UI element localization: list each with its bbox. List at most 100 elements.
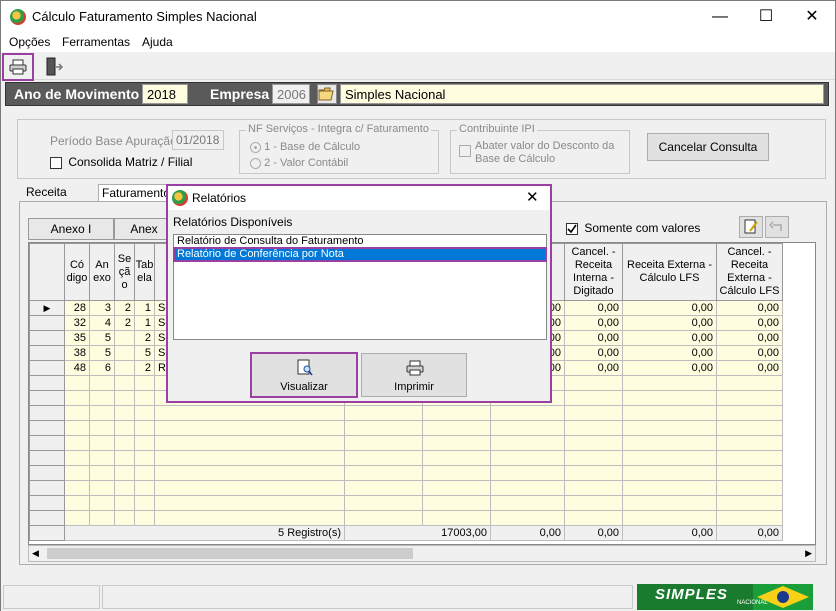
footer-count: 5 Registro(s) xyxy=(64,525,345,541)
status-panel-2 xyxy=(102,585,633,609)
minimize-button[interactable]: — xyxy=(697,1,743,32)
consolida-checkbox[interactable]: Consolida Matriz / Filial xyxy=(50,155,192,169)
visualizar-button[interactable]: Visualizar xyxy=(250,352,358,398)
exit-toolbar-button[interactable] xyxy=(39,54,69,80)
print-toolbar-button[interactable] xyxy=(2,53,34,81)
somente-check[interactable] xyxy=(566,222,578,235)
row-indicator xyxy=(29,495,65,511)
scroll-left-icon[interactable]: ◀ xyxy=(32,548,39,559)
grid-header-secao: Se çã o xyxy=(114,243,135,301)
cell-value[interactable]: 0,00 xyxy=(564,360,623,376)
undo-icon xyxy=(768,221,782,231)
cell-value[interactable]: 0,00 xyxy=(716,315,783,331)
report-item-conferencia[interactable]: Relatório de Conferência por Nota xyxy=(173,247,547,262)
cell-codigo[interactable]: 48 xyxy=(64,360,90,376)
somente-valores-checkbox[interactable]: Somente com valores xyxy=(566,221,700,235)
grid-header-receita-externa: Receita Externa - Cálculo LFS xyxy=(622,243,717,301)
row-indicator xyxy=(29,360,65,376)
cell-value[interactable]: 0,00 xyxy=(622,360,717,376)
ano-label: Ano de Movimento xyxy=(14,86,140,102)
cell-codigo[interactable]: 38 xyxy=(64,345,90,361)
cell-anexo[interactable]: 5 xyxy=(89,345,115,361)
cell-anexo[interactable]: 3 xyxy=(89,300,115,316)
contrib-check xyxy=(459,145,471,157)
cell-value[interactable]: 0,00 xyxy=(622,300,717,316)
nf-option-1: 1 - Base de Cálculo xyxy=(250,141,360,153)
title-bar: Cálculo Faturamento Simples Nacional — ☐… xyxy=(1,1,835,32)
cell-tabela[interactable]: 5 xyxy=(134,345,155,361)
visualizar-label: Visualizar xyxy=(280,381,328,393)
report-list: Relatório de Consulta do Faturamento Rel… xyxy=(173,234,547,340)
cell-value[interactable]: 0,00 xyxy=(564,345,623,361)
cell-anexo[interactable]: 4 xyxy=(89,315,115,331)
subtab-anexo-ii[interactable]: Anex xyxy=(114,218,174,240)
scroll-thumb[interactable] xyxy=(47,548,413,559)
cell-value[interactable]: 0,00 xyxy=(622,330,717,346)
menu-ferramentas[interactable]: Ferramentas xyxy=(62,35,130,49)
consolida-check[interactable] xyxy=(50,156,62,169)
grid-header-codigo: Có digo xyxy=(64,243,90,301)
cell-anexo[interactable]: 5 xyxy=(89,330,115,346)
cell-codigo[interactable]: 28 xyxy=(64,300,90,316)
row-indicator xyxy=(29,345,65,361)
open-folder-button[interactable] xyxy=(317,84,337,104)
nf-option-2: 2 - Valor Contábil xyxy=(250,157,348,169)
folder-icon xyxy=(318,87,334,101)
close-button[interactable]: ✕ xyxy=(789,1,835,32)
cell-value[interactable]: 0,00 xyxy=(716,360,783,376)
cell-codigo[interactable]: 35 xyxy=(64,330,90,346)
tab-receita-bruta[interactable]: Receita Bruta xyxy=(23,184,70,213)
logo-text: SIMPLES xyxy=(655,586,728,603)
footer-total-2: 0,00 xyxy=(490,525,565,541)
cell-secao[interactable]: 2 xyxy=(114,315,135,331)
cell-value[interactable]: 0,00 xyxy=(564,330,623,346)
empty-row xyxy=(29,420,783,436)
dialog-title: Relatórios xyxy=(192,191,247,205)
cell-codigo[interactable]: 32 xyxy=(64,315,90,331)
cell-value[interactable]: 0,00 xyxy=(716,300,783,316)
nf-radio-2 xyxy=(250,157,261,169)
current-row-indicator-icon: ▶ xyxy=(29,300,65,316)
cell-value[interactable]: 0,00 xyxy=(716,330,783,346)
cancelar-consulta-button[interactable]: Cancelar Consulta xyxy=(647,133,769,161)
grid-footer: 5 Registro(s) 17003,00 0,00 0,00 0,00 0,… xyxy=(29,525,783,541)
relatorios-dialog: Relatórios ✕ Relatórios Disponíveis Rela… xyxy=(166,184,552,403)
menu-ajuda[interactable]: Ajuda xyxy=(142,35,173,49)
cell-value[interactable]: 0,00 xyxy=(564,315,623,331)
filters-panel: Período Base Apuração: 01/2018 Consolida… xyxy=(17,119,826,179)
cell-tabela[interactable]: 1 xyxy=(134,300,155,316)
cell-tabela[interactable]: 2 xyxy=(134,330,155,346)
footer-indicator xyxy=(29,525,65,541)
consolida-label: Consolida Matriz / Filial xyxy=(68,155,193,169)
row-indicator xyxy=(29,510,65,526)
menu-opcoes[interactable]: Opções xyxy=(9,35,50,49)
printer-icon xyxy=(9,59,27,75)
cell-secao[interactable] xyxy=(114,360,135,376)
cell-secao[interactable] xyxy=(114,345,135,361)
dialog-close-icon[interactable]: ✕ xyxy=(526,188,539,206)
cell-value[interactable]: 0,00 xyxy=(716,345,783,361)
edit-note-button[interactable] xyxy=(739,216,763,238)
nf-radio-1 xyxy=(250,141,261,153)
row-indicator xyxy=(29,405,65,421)
cell-value[interactable]: 0,00 xyxy=(622,345,717,361)
cell-secao[interactable] xyxy=(114,330,135,346)
grid-header-tabela: Tab ela xyxy=(134,243,155,301)
grid-header-anexo: An exo xyxy=(89,243,115,301)
cell-tabela[interactable]: 2 xyxy=(134,360,155,376)
maximize-button[interactable]: ☐ xyxy=(743,1,789,32)
empty-row xyxy=(29,450,783,466)
cell-tabela[interactable]: 1 xyxy=(134,315,155,331)
cell-anexo[interactable]: 6 xyxy=(89,360,115,376)
imprimir-button[interactable]: Imprimir xyxy=(361,353,467,397)
ano-field[interactable]: 2018 xyxy=(142,84,188,104)
cell-secao[interactable]: 2 xyxy=(114,300,135,316)
horizontal-scrollbar[interactable]: ◀ ▶ xyxy=(28,545,816,562)
window-title: Cálculo Faturamento Simples Nacional xyxy=(32,9,257,24)
report-item-consulta[interactable]: Relatório de Consulta do Faturamento xyxy=(174,235,546,248)
cell-value[interactable]: 0,00 xyxy=(564,300,623,316)
tab-faturamento[interactable]: Faturamento xyxy=(98,184,170,202)
subtab-anexo-i[interactable]: Anexo I xyxy=(28,218,114,240)
scroll-right-icon[interactable]: ▶ xyxy=(805,548,812,559)
cell-value[interactable]: 0,00 xyxy=(622,315,717,331)
